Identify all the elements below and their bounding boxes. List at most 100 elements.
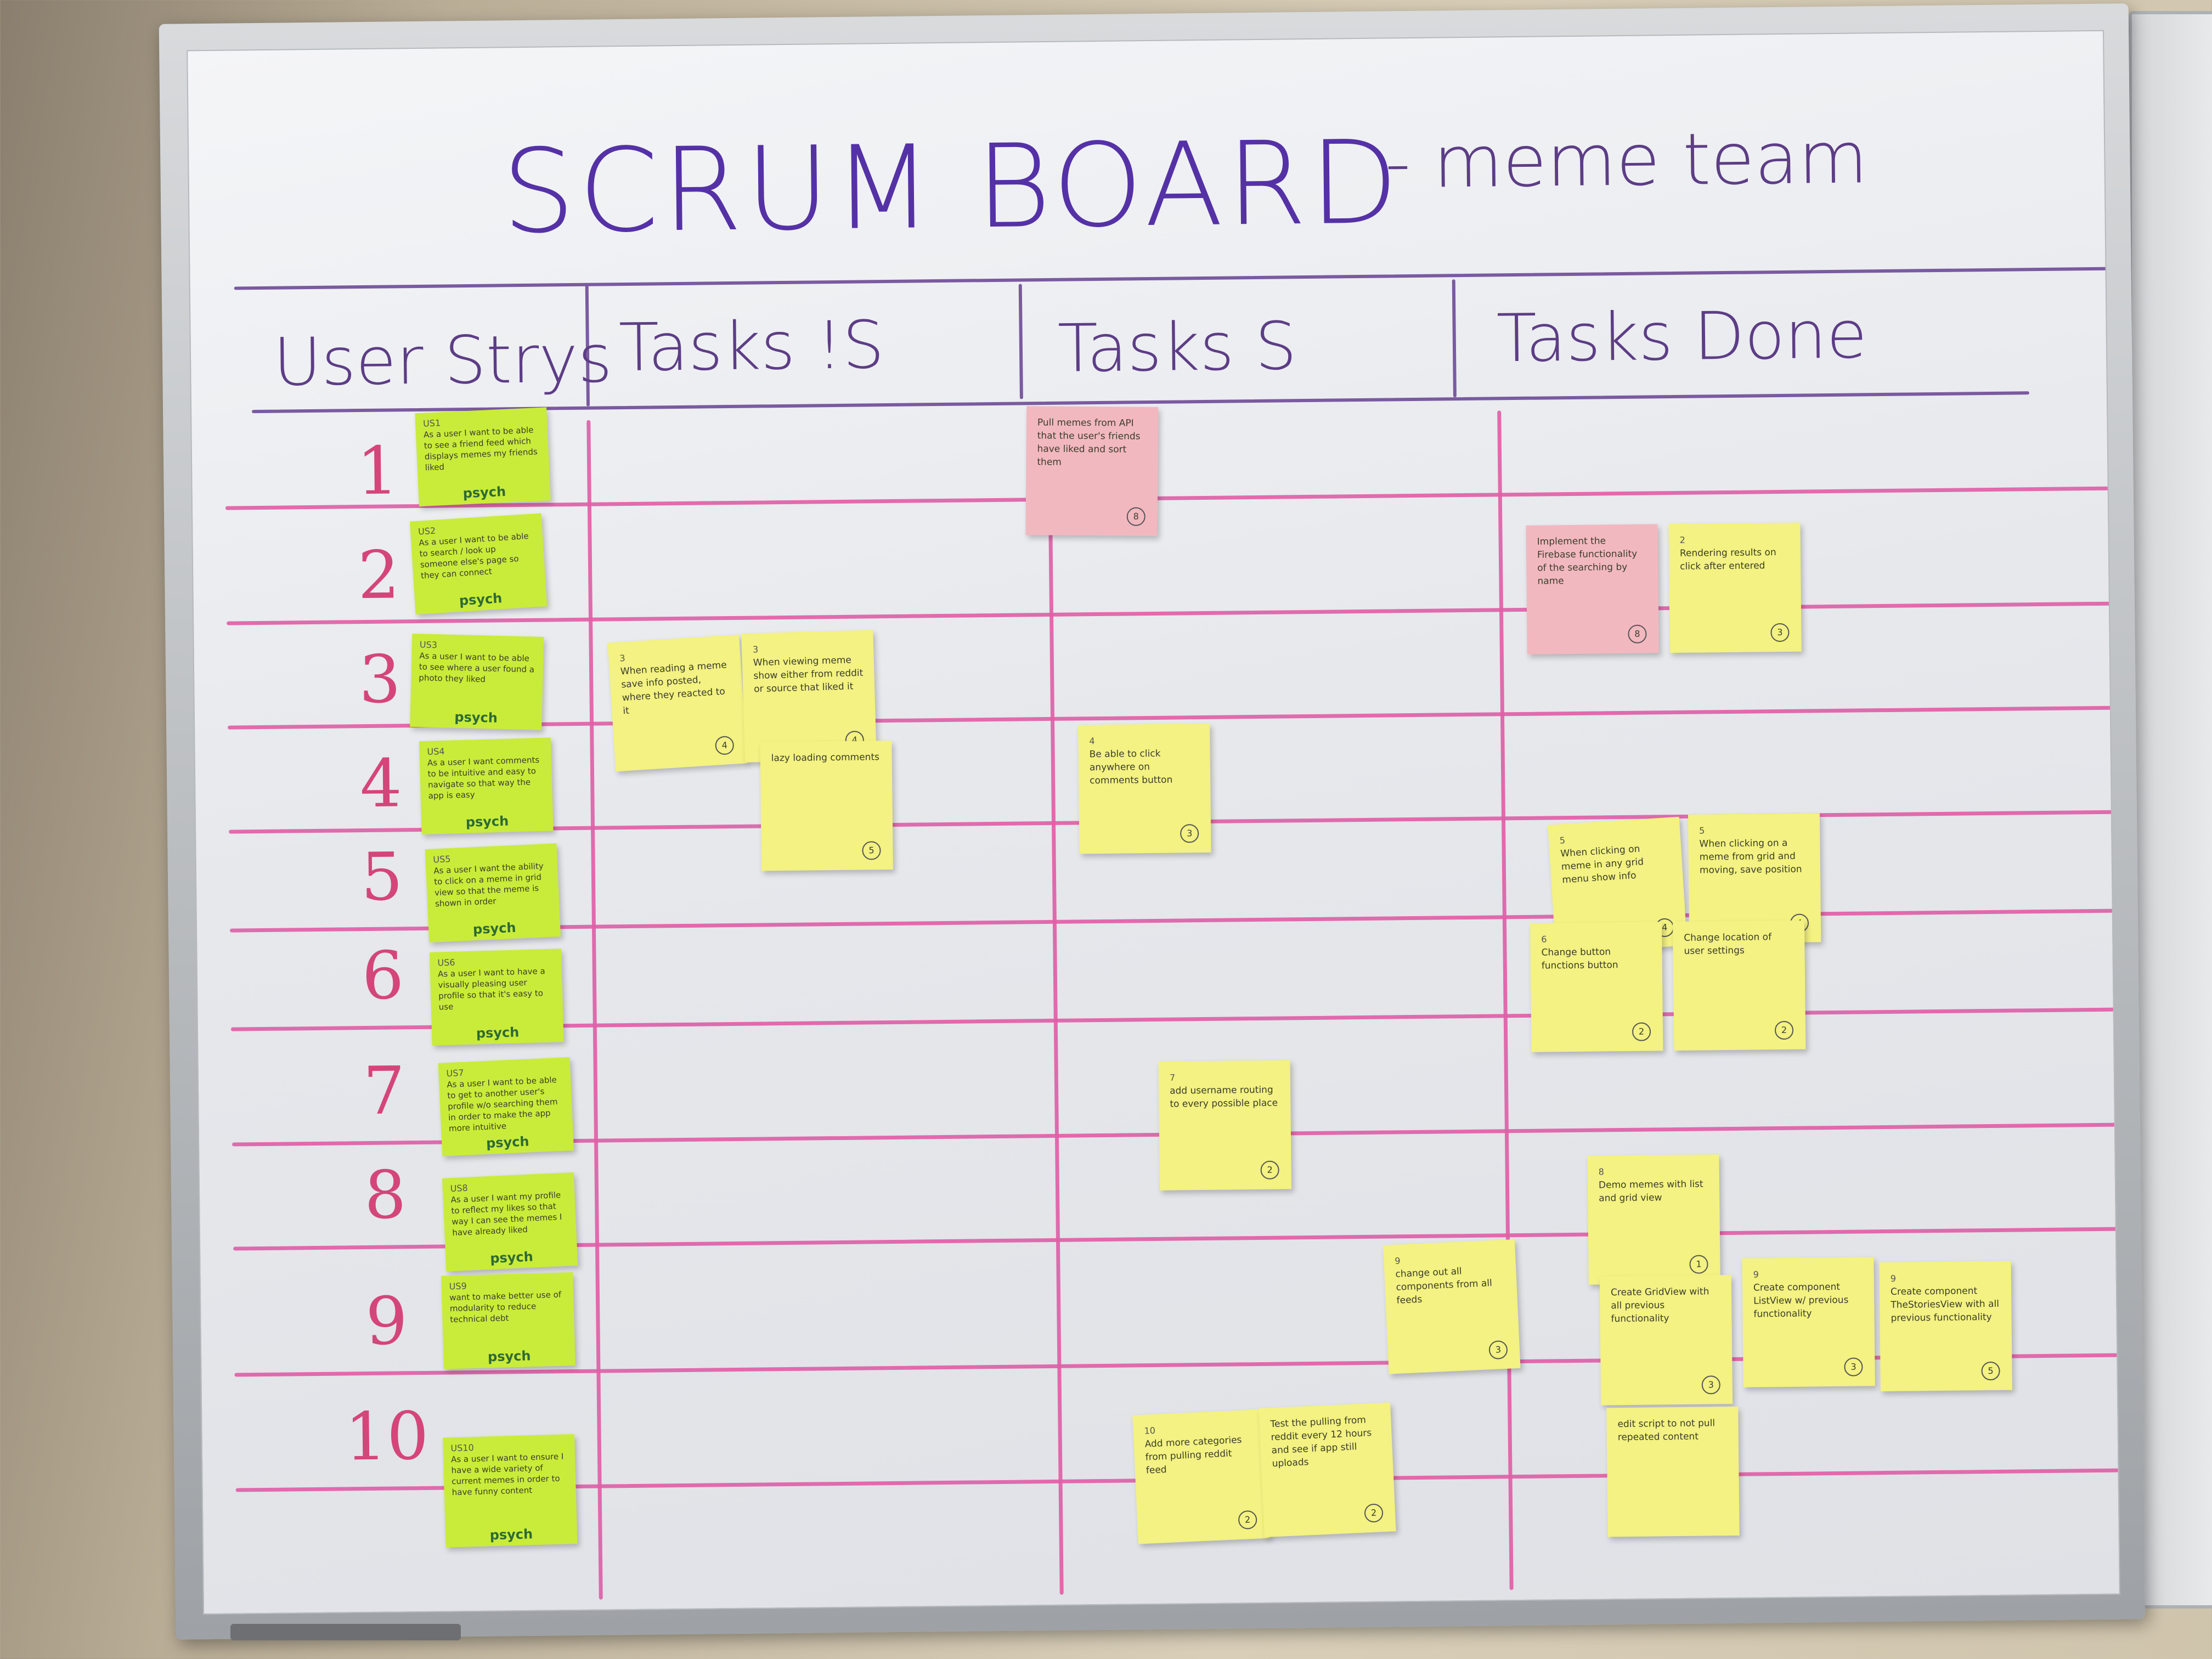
row-number-9: 9	[365, 1283, 408, 1361]
psych-logo: psych	[472, 919, 517, 938]
task-points: 2	[1774, 1020, 1794, 1040]
task-note-change-components[interactable]: 9 change out all components from all fee…	[1383, 1239, 1521, 1374]
psych-logo: psych	[489, 1249, 534, 1266]
done-note-storiesview[interactable]: 9 Create component TheStoriesView with a…	[1879, 1261, 2012, 1392]
task-note-test-pulling[interactable]: Test the pulling from reddit every 12 ho…	[1259, 1402, 1396, 1538]
task-note-more-categories[interactable]: 10 Add more categories from pulling redd…	[1132, 1409, 1270, 1544]
task-text: When clicking on meme in any grid menu s…	[1560, 843, 1644, 886]
psych-logo: psych	[486, 1133, 530, 1152]
task-number: 5	[1559, 834, 1566, 846]
task-text: change out all components from all feeds	[1395, 1266, 1493, 1306]
task-text: Change button functions button	[1541, 946, 1618, 972]
done-note-user-settings[interactable]: Change location of user settings 2	[1672, 920, 1806, 1051]
task-text: When reading a meme save info posted, wh…	[620, 659, 727, 717]
header-top-line	[234, 267, 2120, 290]
header-divider-2	[1018, 284, 1023, 399]
story-text: As a user I want to be able to search / …	[418, 531, 529, 581]
task-note-pull-memes[interactable]: Pull memes from API that the user's frie…	[1025, 406, 1159, 536]
story-text: As a user I want to ensure I have a wide…	[450, 1451, 564, 1498]
task-note-username-routing[interactable]: 7 add username routing to every possible…	[1158, 1060, 1292, 1190]
task-text: Rendering results on click after entered	[1679, 547, 1776, 572]
psych-logo: psych	[462, 483, 506, 501]
story-note-6[interactable]: US6 As a user I want to have a visually …	[429, 949, 564, 1046]
task-number: 8	[1598, 1166, 1605, 1177]
task-text: Test the pulling from reddit every 12 ho…	[1270, 1414, 1372, 1470]
task-points: 2	[1238, 1510, 1257, 1530]
task-text: add username routing to every possible p…	[1170, 1084, 1278, 1110]
task-number: 3	[752, 644, 759, 655]
story-note-2[interactable]: US2 As a user I want to be able to searc…	[409, 513, 548, 615]
column-line-2	[1047, 415, 1064, 1595]
task-number: 7	[1169, 1072, 1176, 1083]
done-note-listview[interactable]: 9 Create component ListView w/ previous …	[1742, 1257, 1875, 1387]
task-number: 4	[1089, 736, 1095, 747]
task-points: 3	[1701, 1375, 1720, 1395]
story-text: As a user I want comments to be intuitiv…	[427, 754, 540, 801]
psych-logo: psych	[459, 590, 503, 609]
story-text: As a user I want my profile to reflect m…	[450, 1190, 562, 1238]
task-points: 1	[1689, 1255, 1708, 1274]
task-points: 5	[862, 841, 881, 860]
whiteboard-frame: SCRUM BOARD - meme team User Strys Tasks…	[159, 3, 2146, 1640]
task-points: 3	[1770, 623, 1790, 642]
story-note-5[interactable]: US5 As a user I want the ability to clic…	[425, 843, 561, 943]
row-number-6: 6	[362, 938, 404, 1015]
story-note-10[interactable]: US10 As a user I want to ensure I have a…	[442, 1434, 578, 1548]
row-number-5: 5	[360, 839, 404, 916]
psych-logo: psych	[454, 709, 498, 726]
done-note-demo-memes[interactable]: 8 Demo memes with list and grid view 1	[1587, 1154, 1720, 1285]
psych-logo: psych	[489, 1526, 533, 1543]
story-note-4[interactable]: US4 As a user I want comments to be intu…	[419, 737, 554, 835]
done-note-implement-search[interactable]: Implement the Firebase functionality of …	[1526, 524, 1659, 654]
row-number-7: 7	[363, 1053, 406, 1130]
psych-logo: psych	[476, 1024, 520, 1041]
psych-logo: psych	[465, 813, 509, 830]
story-text: As a user I want to be able to see a fri…	[423, 425, 538, 473]
task-points: 3	[1488, 1340, 1508, 1360]
story-text: want to make better use of modularity to…	[449, 1289, 562, 1325]
task-text: Create component ListView w/ previous fu…	[1753, 1281, 1849, 1320]
task-points: 2	[1364, 1503, 1384, 1523]
task-text: Pull memes from API that the user's frie…	[1037, 417, 1141, 468]
task-points: 3	[1844, 1357, 1863, 1376]
task-points: 3	[1180, 824, 1199, 843]
story-note-1[interactable]: US1 As a user I want to be able to see a…	[415, 407, 551, 507]
task-text: Create GridView with all previous functi…	[1610, 1286, 1709, 1325]
task-number: 9	[1753, 1269, 1759, 1280]
story-note-8[interactable]: US8 As a user I want my profile to refle…	[442, 1172, 578, 1272]
task-text: Change location of user settings	[1684, 932, 1772, 957]
task-points: 8	[1628, 624, 1647, 644]
done-note-change-button[interactable]: 6 Change button functions button 2	[1530, 922, 1663, 1052]
board-subtitle: - meme team	[1384, 116, 1869, 205]
story-note-9[interactable]: US9 want to make better use of modularit…	[441, 1272, 575, 1369]
done-note-rendering-results[interactable]: 2 Rendering results on click after enter…	[1668, 522, 1802, 653]
story-text: As a user I want the ability to click on…	[433, 861, 544, 909]
column-line-1	[586, 420, 603, 1600]
done-note-edit-script[interactable]: edit script to not pull repeated content	[1606, 1406, 1740, 1537]
task-points: 4	[714, 735, 735, 755]
task-text: Create component TheStoriesView with all…	[1890, 1285, 1999, 1324]
task-text: edit script to not pull repeated content	[1617, 1418, 1716, 1443]
row-number-4: 4	[359, 746, 403, 823]
task-points: 8	[1126, 507, 1146, 526]
column-header-user-stories: User Strys	[273, 321, 613, 401]
task-number: 6	[1541, 934, 1547, 945]
done-note-gridview[interactable]: Create GridView with all previous functi…	[1599, 1274, 1733, 1406]
task-text: When viewing meme show either from reddi…	[753, 654, 864, 695]
task-number: 2	[1679, 534, 1685, 545]
task-points: 5	[1981, 1361, 2000, 1381]
story-note-3[interactable]: US3 As a user I want to be able to see w…	[410, 633, 544, 730]
task-note-click-comments[interactable]: 4 Be able to click anywhere on comments …	[1078, 723, 1211, 854]
story-note-7[interactable]: US7 As a user I want to be able to get t…	[438, 1057, 574, 1156]
task-text: lazy loading comments	[771, 752, 880, 764]
marker-tray	[230, 1624, 461, 1640]
task-points: 2	[1260, 1160, 1279, 1180]
task-text: Be able to click anywhere on comments bu…	[1089, 748, 1173, 787]
row-number-2: 2	[357, 537, 400, 614]
task-text: When clicking on a meme from grid and mo…	[1699, 837, 1802, 876]
task-note-lazy-loading[interactable]: lazy loading comments 5	[760, 740, 893, 871]
board-title: SCRUM BOARD	[501, 115, 1403, 259]
task-note-reading-meme[interactable]: 3 When reading a meme save info posted, …	[607, 634, 747, 772]
row-number-3: 3	[358, 641, 402, 719]
story-text: As a user I want to have a visually plea…	[437, 966, 545, 1012]
